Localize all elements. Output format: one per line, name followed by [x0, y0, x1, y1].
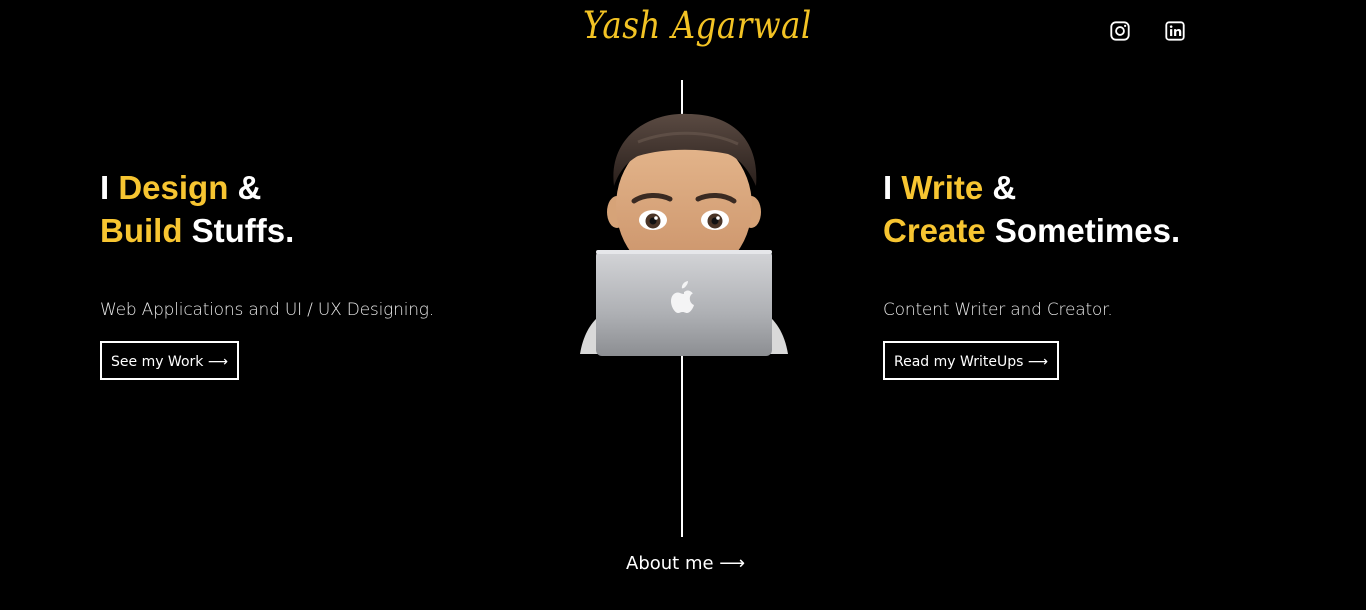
headline-text: Sometimes. — [985, 212, 1181, 249]
design-section: I Design & Build Stuffs. Web Application… — [100, 166, 434, 380]
landing-page: Yash Agarwal I Design & Build Stuffs. We… — [0, 0, 1366, 610]
write-section: I Write & Create Sometimes. Content Writ… — [883, 166, 1180, 380]
headline-highlight: Create — [883, 212, 986, 249]
headline-text: I — [100, 169, 119, 206]
design-subtitle: Web Applications and UI / UX Designing. — [100, 300, 434, 320]
instagram-icon[interactable] — [1109, 20, 1131, 42]
headline-text: Stuffs. — [182, 212, 295, 249]
divider-line-bottom — [681, 352, 683, 537]
site-logo[interactable]: Yash Agarwal — [583, 4, 811, 47]
about-me-link[interactable]: About me ⟶ — [626, 553, 745, 574]
headline-text: I — [883, 169, 902, 206]
memoji-avatar-image — [580, 113, 788, 356]
linkedin-icon[interactable] — [1164, 20, 1186, 42]
headline-highlight: Write — [901, 169, 984, 206]
see-my-work-button[interactable]: See my Work ⟶ — [100, 341, 239, 380]
write-headline: I Write & Create Sometimes. — [883, 166, 1180, 252]
headline-text: & — [228, 169, 262, 206]
headline-highlight: Build — [100, 212, 183, 249]
headline-highlight: Design — [118, 169, 229, 206]
write-subtitle: Content Writer and Creator. — [883, 300, 1113, 320]
read-my-writeups-button[interactable]: Read my WriteUps ⟶ — [883, 341, 1059, 380]
headline-text: & — [983, 169, 1017, 206]
design-headline: I Design & Build Stuffs. — [100, 166, 434, 252]
